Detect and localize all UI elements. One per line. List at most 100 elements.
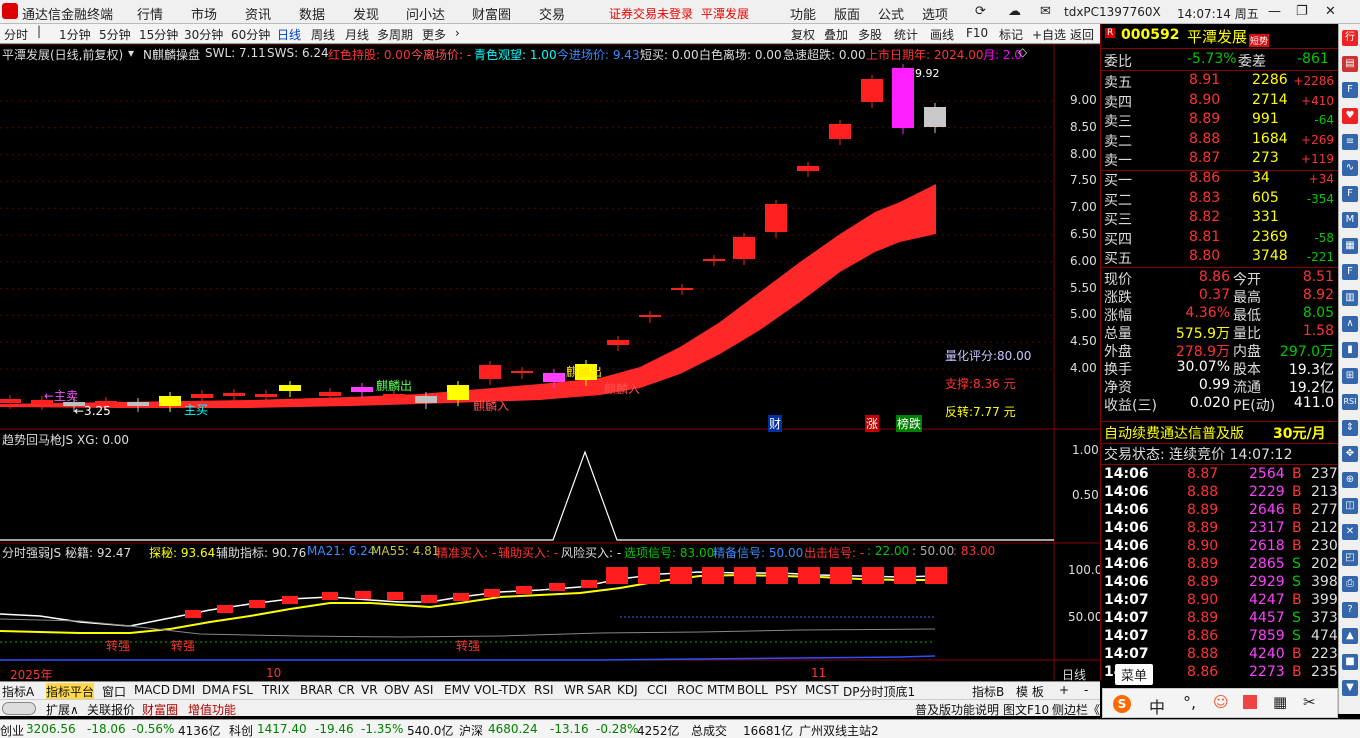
indicator-tab-17[interactable]: SAR bbox=[587, 683, 611, 697]
btn-f10[interactable]: F10 bbox=[966, 26, 988, 40]
indicator-tab-22[interactable]: BOLL bbox=[737, 683, 768, 697]
indicator-tab-25[interactable]: DP分时顶底1 bbox=[843, 683, 915, 700]
indicator-name[interactable]: N麒麟操盘 bbox=[143, 46, 200, 63]
rise-tag[interactable]: 涨 bbox=[865, 415, 880, 432]
indicator-tab-19[interactable]: CCI bbox=[647, 683, 667, 697]
chevron-right-icon[interactable]: › bbox=[455, 26, 460, 40]
indicator-tab-1[interactable]: 指标平台 bbox=[46, 683, 95, 700]
indicator-tab-26[interactable]: 指标B bbox=[972, 683, 1004, 700]
menu-xuanxiang[interactable]: 选项 bbox=[922, 4, 948, 23]
menu-button[interactable]: 菜单 bbox=[1115, 664, 1154, 685]
sidebar-square-icon[interactable]: ■ bbox=[1342, 654, 1358, 670]
period-more[interactable]: 更多 bbox=[422, 26, 446, 43]
sogou-logo-icon[interactable]: S bbox=[1113, 695, 1131, 713]
sidebar-scroll-icon[interactable]: ⇕ bbox=[1342, 420, 1358, 436]
index-cyb-label[interactable]: 创业 bbox=[0, 722, 24, 738]
promo-price[interactable]: 30元/月 bbox=[1273, 423, 1326, 443]
sidebar-tile-icon[interactable]: ◫ bbox=[1342, 498, 1358, 514]
btn-fuquan[interactable]: 复权 bbox=[791, 26, 815, 43]
menu-jiaoyi[interactable]: 交易 bbox=[539, 4, 565, 23]
menu-faxian[interactable]: 发现 bbox=[353, 4, 379, 23]
indicator-tab-14[interactable]: VOL-TDX bbox=[474, 683, 526, 697]
sidebar-fs-icon[interactable]: F bbox=[1342, 186, 1358, 202]
ind1-header[interactable]: 趋势回马枪JS XG: 0.00 bbox=[2, 431, 129, 448]
user-id[interactable]: tdxPC1397760X bbox=[1064, 5, 1161, 19]
sidebar-wave-icon[interactable]: ∿ bbox=[1342, 160, 1358, 176]
index-kc-label[interactable]: 科创 bbox=[229, 722, 253, 738]
indicator-tab-29[interactable]: - bbox=[1084, 683, 1088, 697]
sidebar-toggle[interactable]: 侧边栏《 bbox=[1052, 701, 1100, 718]
indicator-tab-9[interactable]: CR bbox=[338, 683, 355, 697]
indicator-tab-4[interactable]: DMI bbox=[172, 683, 195, 697]
btn-tongji[interactable]: 统计 bbox=[894, 26, 918, 43]
indicator-tab-12[interactable]: ASI bbox=[414, 683, 433, 697]
sidebar-kline-icon[interactable]: ⊞ bbox=[1342, 368, 1358, 384]
btn-biaoji[interactable]: 标记 bbox=[999, 26, 1023, 43]
sidebar-print-icon[interactable]: ⎙ bbox=[1342, 576, 1358, 592]
sidebar-chart-icon[interactable]: ▤ bbox=[1342, 56, 1358, 72]
menu-shuju[interactable]: 数据 bbox=[299, 4, 325, 23]
chart-area[interactable]: 平潭发展(日线,前复权) ▾ N麒麟操盘 SWL: 7.11 SWS: 6.24… bbox=[0, 44, 1102, 682]
sidebar-cross-icon[interactable]: ✕ bbox=[1342, 524, 1358, 540]
ime-chinese-icon[interactable]: 中 bbox=[1149, 694, 1165, 718]
rank-tag[interactable]: 榜跌 bbox=[896, 415, 923, 432]
ime-emoji-icon[interactable]: ☺ bbox=[1213, 693, 1229, 711]
period-15min[interactable]: 15分钟 bbox=[139, 26, 178, 43]
close-icon[interactable]: ✕ bbox=[1325, 4, 1336, 19]
sidebar-move-icon[interactable]: ✥ bbox=[1342, 446, 1358, 462]
menu-zixun[interactable]: 资讯 bbox=[245, 4, 271, 23]
ime-grid-icon[interactable]: ▦ bbox=[1273, 693, 1287, 711]
period-weekly[interactable]: 周线 bbox=[311, 26, 335, 43]
login-notice[interactable]: 证券交易未登录 bbox=[609, 5, 693, 22]
btn-back[interactable]: 返回 bbox=[1070, 26, 1094, 43]
server-station[interactable]: 广州双线主站2 bbox=[799, 722, 879, 738]
sidebar-bars-icon[interactable]: ▮ bbox=[1342, 342, 1358, 358]
tab-caifuquan[interactable]: 财富圈 bbox=[142, 701, 178, 718]
indicator-tab-6[interactable]: FSL bbox=[232, 683, 253, 697]
indicator-tab-24[interactable]: MCST bbox=[805, 683, 839, 697]
sidebar-list-icon[interactable]: ≡ bbox=[1342, 134, 1358, 150]
indicator-tab-2[interactable]: 窗口 bbox=[102, 683, 126, 700]
settings-diamond-icon[interactable]: ◇ bbox=[1018, 45, 1027, 59]
menu-shichang[interactable]: 市场 bbox=[191, 4, 217, 23]
sidebar-dash-icon[interactable]: ▥ bbox=[1342, 290, 1358, 306]
collapse-arrow-icon[interactable]: ▾ bbox=[128, 46, 134, 60]
sidebar-f10-icon[interactable]: F bbox=[1342, 82, 1358, 98]
btn-duogu[interactable]: 多股 bbox=[858, 26, 882, 43]
kline-chart[interactable] bbox=[0, 44, 1100, 680]
menu-hangqing[interactable]: 行情 bbox=[137, 4, 163, 23]
tab-value-added[interactable]: 增值功能 bbox=[188, 701, 236, 718]
period-multi[interactable]: 多周期 bbox=[377, 26, 413, 43]
ime-tools-icon[interactable]: ✂ bbox=[1303, 693, 1316, 711]
ime-skin-icon[interactable] bbox=[1243, 695, 1257, 709]
toggle-switch[interactable] bbox=[2, 702, 36, 715]
sidebar-rsi-icon[interactable]: RSI bbox=[1342, 394, 1358, 410]
sidebar-m-icon[interactable]: M bbox=[1342, 212, 1358, 228]
indicator-tab-13[interactable]: EMV bbox=[444, 683, 470, 697]
stock-notice[interactable]: 平潭发展 bbox=[701, 5, 749, 22]
sidebar-quote-icon[interactable]: 行 bbox=[1342, 30, 1358, 46]
tab-expand[interactable]: 扩展∧ bbox=[46, 701, 79, 718]
period-30min[interactable]: 30分钟 bbox=[184, 26, 223, 43]
tab-related-quotes[interactable]: 关联报价 bbox=[87, 701, 135, 718]
f10-link[interactable]: 图文F10 bbox=[1003, 701, 1049, 718]
indicator-tab-20[interactable]: ROC bbox=[677, 683, 703, 697]
indicator-tab-0[interactable]: 指标A bbox=[2, 683, 34, 700]
ime-punct-icon[interactable]: °, bbox=[1183, 693, 1196, 712]
sidebar-ma-icon[interactable]: ∧ bbox=[1342, 316, 1358, 332]
sidebar-down-icon[interactable]: ▼ bbox=[1342, 680, 1358, 696]
btn-diejia[interactable]: 叠加 bbox=[824, 26, 848, 43]
sidebar-grid-icon[interactable]: ▦ bbox=[1342, 238, 1358, 254]
indicator-tab-3[interactable]: MACD bbox=[134, 683, 170, 697]
period-60min[interactable]: 60分钟 bbox=[231, 26, 270, 43]
sidebar-lock-icon[interactable]: ◰ bbox=[1342, 550, 1358, 566]
period-daily[interactable]: 日线 bbox=[277, 26, 301, 43]
indicator-tab-23[interactable]: PSY bbox=[775, 683, 797, 697]
restore-icon[interactable]: ❐ bbox=[1296, 4, 1308, 19]
indicator-tab-15[interactable]: RSI bbox=[534, 683, 554, 697]
period-5min[interactable]: 5分钟 bbox=[99, 26, 131, 43]
indicator-tab-16[interactable]: WR bbox=[564, 683, 584, 697]
sidebar-up-icon[interactable]: ▲ bbox=[1342, 628, 1358, 644]
finance-tag[interactable]: 财 bbox=[768, 415, 783, 432]
cloud-icon[interactable]: ☁ bbox=[1008, 4, 1021, 19]
